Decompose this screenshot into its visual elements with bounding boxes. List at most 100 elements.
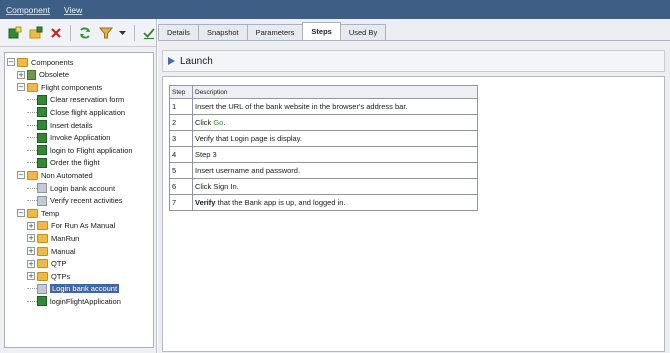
- expand-icon[interactable]: +: [27, 234, 35, 243]
- collapse-icon[interactable]: −: [17, 171, 25, 180]
- tree-node[interactable]: + For Run As Manual: [27, 220, 115, 232]
- tree-node-label: Flight components: [41, 82, 103, 92]
- tree-node-label: ManRun: [51, 233, 80, 243]
- tree-node-label: QTPs: [51, 271, 71, 281]
- step-row[interactable]: 1 Insert the URL of the bank website in t…: [169, 98, 478, 115]
- expand-icon[interactable]: +: [17, 70, 25, 79]
- description-text: Insert username and password.: [195, 166, 301, 175]
- folder-icon: [27, 82, 38, 92]
- tree-node[interactable]: − Components: [7, 56, 74, 68]
- tree-node[interactable]: Login bank account: [27, 182, 115, 194]
- step-number-cell: 7: [169, 194, 193, 211]
- collapse-icon[interactable]: −: [17, 209, 25, 218]
- tree-node-label: Temp: [41, 208, 60, 218]
- tree-node[interactable]: Clear reservation form: [27, 94, 124, 106]
- tree-connector: [27, 162, 37, 164]
- tree-node[interactable]: Login bank account: [27, 283, 120, 295]
- step-number-cell: 4: [169, 146, 193, 163]
- collapse-icon[interactable]: −: [7, 58, 15, 66]
- step-row[interactable]: 3 Verify that Login page is display.: [169, 130, 478, 147]
- description-text: Click Sign In.: [195, 182, 239, 191]
- step-number-cell: 6: [169, 178, 193, 195]
- tree-node[interactable]: Close flight application: [27, 106, 125, 118]
- description-text: Click: [195, 118, 214, 127]
- component-icon: [37, 94, 47, 105]
- delete-icon[interactable]: [49, 25, 63, 40]
- collapse-icon[interactable]: −: [17, 83, 25, 92]
- tree-node[interactable]: − Temp: [17, 207, 59, 219]
- menu-view[interactable]: View: [64, 5, 82, 15]
- tab-details[interactable]: Details: [158, 24, 199, 40]
- tab-snapshot[interactable]: Snapshot: [197, 24, 248, 40]
- step-description-cell: Step 3: [192, 146, 478, 163]
- step-description-cell: Insert the URL of the bank website in th…: [192, 98, 478, 115]
- filter-icon[interactable]: [98, 25, 113, 40]
- step-row[interactable]: 6 Click Sign In.: [169, 178, 478, 195]
- tree-node-label: Components: [31, 57, 74, 67]
- expand-icon[interactable]: +: [27, 259, 35, 268]
- description-text: Go: [213, 118, 224, 127]
- folder-icon: [37, 233, 48, 243]
- tree-node[interactable]: + Manual: [27, 245, 76, 257]
- component-icon: [37, 132, 47, 143]
- tree-node[interactable]: − Non Automated: [17, 169, 93, 181]
- step-column-header: Step: [169, 85, 193, 99]
- tree-toolbar: [0, 19, 156, 47]
- tree-node[interactable]: + QTP: [27, 258, 66, 270]
- refresh-icon[interactable]: [78, 25, 92, 40]
- description-text: that the Bank app is up, and logged in.: [215, 198, 346, 207]
- add-component-icon[interactable]: [8, 25, 22, 40]
- tree-node[interactable]: + ManRun: [27, 232, 79, 244]
- tree-node[interactable]: Verify recent activities: [27, 195, 123, 207]
- tab-bar: Details Snapshot Parameters Steps Used By: [158, 22, 387, 40]
- tree-node[interactable]: + QTPs: [27, 270, 70, 282]
- step-row[interactable]: 4 Step 3: [169, 146, 478, 163]
- component-icon: [37, 157, 47, 168]
- toolbar-separator: [70, 24, 72, 41]
- tree-node[interactable]: loginFlightApplication: [27, 295, 121, 307]
- tab-parameters[interactable]: Parameters: [246, 24, 304, 40]
- step-row[interactable]: 7 Verify that the Bank app is up, and log…: [169, 194, 478, 211]
- folder-icon: [37, 221, 48, 231]
- tree-node-label: Login bank account: [50, 284, 120, 294]
- launch-label: Launch: [180, 55, 213, 67]
- menu-component[interactable]: Component: [6, 5, 50, 15]
- tab-used-by[interactable]: Used By: [339, 24, 387, 40]
- tree-node[interactable]: + Obsolete: [17, 69, 69, 81]
- tab-steps[interactable]: Steps: [302, 22, 341, 40]
- expand-icon[interactable]: +: [27, 247, 35, 255]
- play-icon: [168, 57, 175, 65]
- component-tree[interactable]: − Components + Obsolete − Flight components Cl…: [4, 52, 154, 348]
- tree-node-label: Insert details: [50, 120, 93, 130]
- add-folder-icon[interactable]: [28, 25, 43, 40]
- dropdown-icon[interactable]: [119, 25, 127, 40]
- tree-node[interactable]: Invoke Application: [27, 132, 110, 144]
- tree-node[interactable]: Insert details: [27, 119, 93, 131]
- manual-component-icon: [37, 183, 47, 193]
- description-text: Verify: [195, 198, 216, 207]
- tree-node[interactable]: login to Flight application: [27, 144, 133, 156]
- tree-node-label: login to Flight application: [50, 145, 133, 155]
- component-icon: [37, 145, 47, 156]
- expand-icon[interactable]: +: [27, 272, 35, 281]
- manual-component-icon: [37, 283, 47, 294]
- launch-bar[interactable]: Launch: [162, 50, 665, 72]
- tree-node[interactable]: Order the flight: [27, 157, 100, 169]
- obsolete-icon: [27, 69, 36, 80]
- tree-node-label: Login bank account: [50, 183, 116, 193]
- steps-header-row: Step Description: [169, 85, 478, 99]
- description-column-header: Description: [192, 85, 478, 99]
- step-row[interactable]: 5 Insert username and password.: [169, 162, 478, 179]
- tree-node-label: loginFlightApplication: [50, 296, 121, 306]
- step-row[interactable]: 2 Click Go.: [169, 114, 478, 131]
- tree-connector: [27, 99, 37, 101]
- description-text: Verify that Login page is display.: [195, 134, 303, 143]
- folder-icon: [27, 208, 38, 218]
- description-text: Step 3: [195, 150, 217, 159]
- steps-table: Step Description 1 Insert the URL of the …: [169, 85, 478, 211]
- check-icon[interactable]: [142, 25, 156, 40]
- expand-icon[interactable]: +: [27, 221, 35, 230]
- tree-node-label: Clear reservation form: [50, 95, 125, 105]
- tree-node[interactable]: − Flight components: [17, 81, 102, 93]
- tree-node-label: For Run As Manual: [51, 221, 116, 231]
